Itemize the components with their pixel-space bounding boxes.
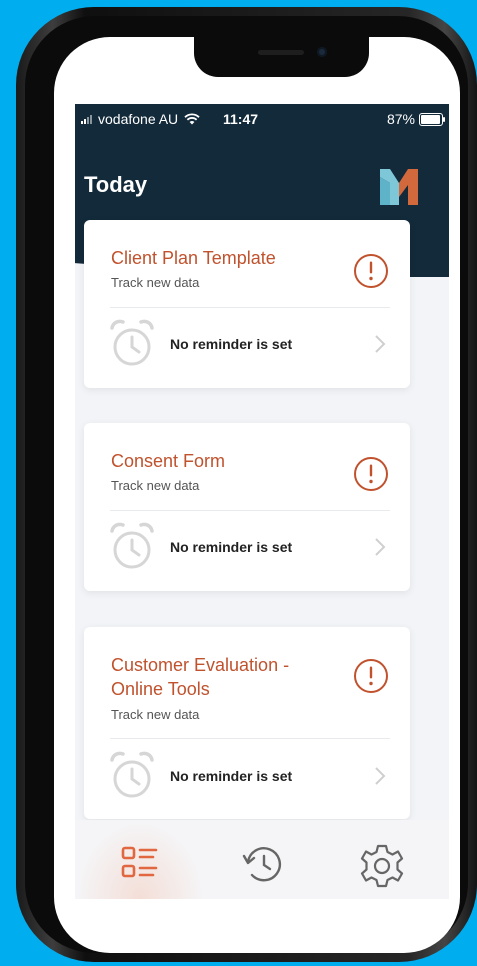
signal-icon	[81, 114, 92, 124]
card-subtitle: Track new data	[111, 275, 200, 290]
phone-frame: vodafone AU 11:47 87% Today Client Plan …	[16, 7, 477, 962]
battery-indicator: 87%	[386, 111, 445, 127]
card-title: Customer Evaluation - Online Tools	[111, 655, 290, 699]
card-divider	[110, 738, 390, 739]
reminder-status: No reminder is set	[170, 336, 293, 352]
carrier-info: vodafone AU	[81, 111, 200, 127]
list-icon[interactable]	[118, 842, 166, 890]
reminder-status: No reminder is set	[170, 539, 293, 555]
app-view: vodafone AU 11:47 87% Today Client Plan …	[75, 104, 449, 899]
alarm-clock-icon	[110, 319, 154, 366]
phone-screen: vodafone AU 11:47 87% Today Client Plan …	[54, 37, 460, 953]
status-time: 11:47	[223, 111, 259, 127]
wifi-icon	[184, 113, 200, 125]
card-divider	[110, 307, 390, 308]
battery-icon	[419, 112, 445, 126]
card-subtitle: Track new data	[111, 478, 200, 493]
alarm-clock-icon	[110, 751, 154, 798]
card-subtitle: Track new data	[111, 707, 200, 722]
settings-gear-icon[interactable]	[358, 842, 406, 890]
page-title: Today	[84, 172, 148, 197]
alert-icon	[354, 254, 388, 288]
app-logo	[380, 169, 418, 205]
status-bar: vodafone AU 11:47 87%	[75, 104, 449, 134]
history-icon[interactable]	[238, 842, 286, 890]
chevron-right-icon[interactable]	[374, 334, 386, 354]
battery-percent: 87%	[386, 111, 415, 127]
chevron-right-icon[interactable]	[374, 537, 386, 557]
alert-icon	[354, 659, 388, 693]
speaker-grille	[258, 50, 304, 55]
tab-bar	[75, 820, 449, 899]
chevron-right-icon[interactable]	[374, 766, 386, 786]
card-title: Client Plan Template	[111, 248, 276, 268]
front-camera	[317, 47, 327, 57]
notch	[194, 37, 369, 77]
form-card-customer-evaluation[interactable]: Customer Evaluation - Online Tools Track…	[84, 627, 410, 819]
phone-bezel: vodafone AU 11:47 87% Today Client Plan …	[25, 16, 468, 953]
form-card-consent[interactable]: Consent Form Track new data No reminder …	[84, 423, 410, 591]
form-card-client-plan[interactable]: Client Plan Template Track new data No r…	[84, 220, 410, 388]
carrier-name: vodafone AU	[98, 111, 179, 127]
reminder-status: No reminder is set	[170, 768, 293, 784]
alarm-clock-icon	[110, 522, 154, 569]
card-title: Consent Form	[111, 451, 226, 471]
card-divider	[110, 510, 390, 511]
alert-icon	[354, 457, 388, 491]
